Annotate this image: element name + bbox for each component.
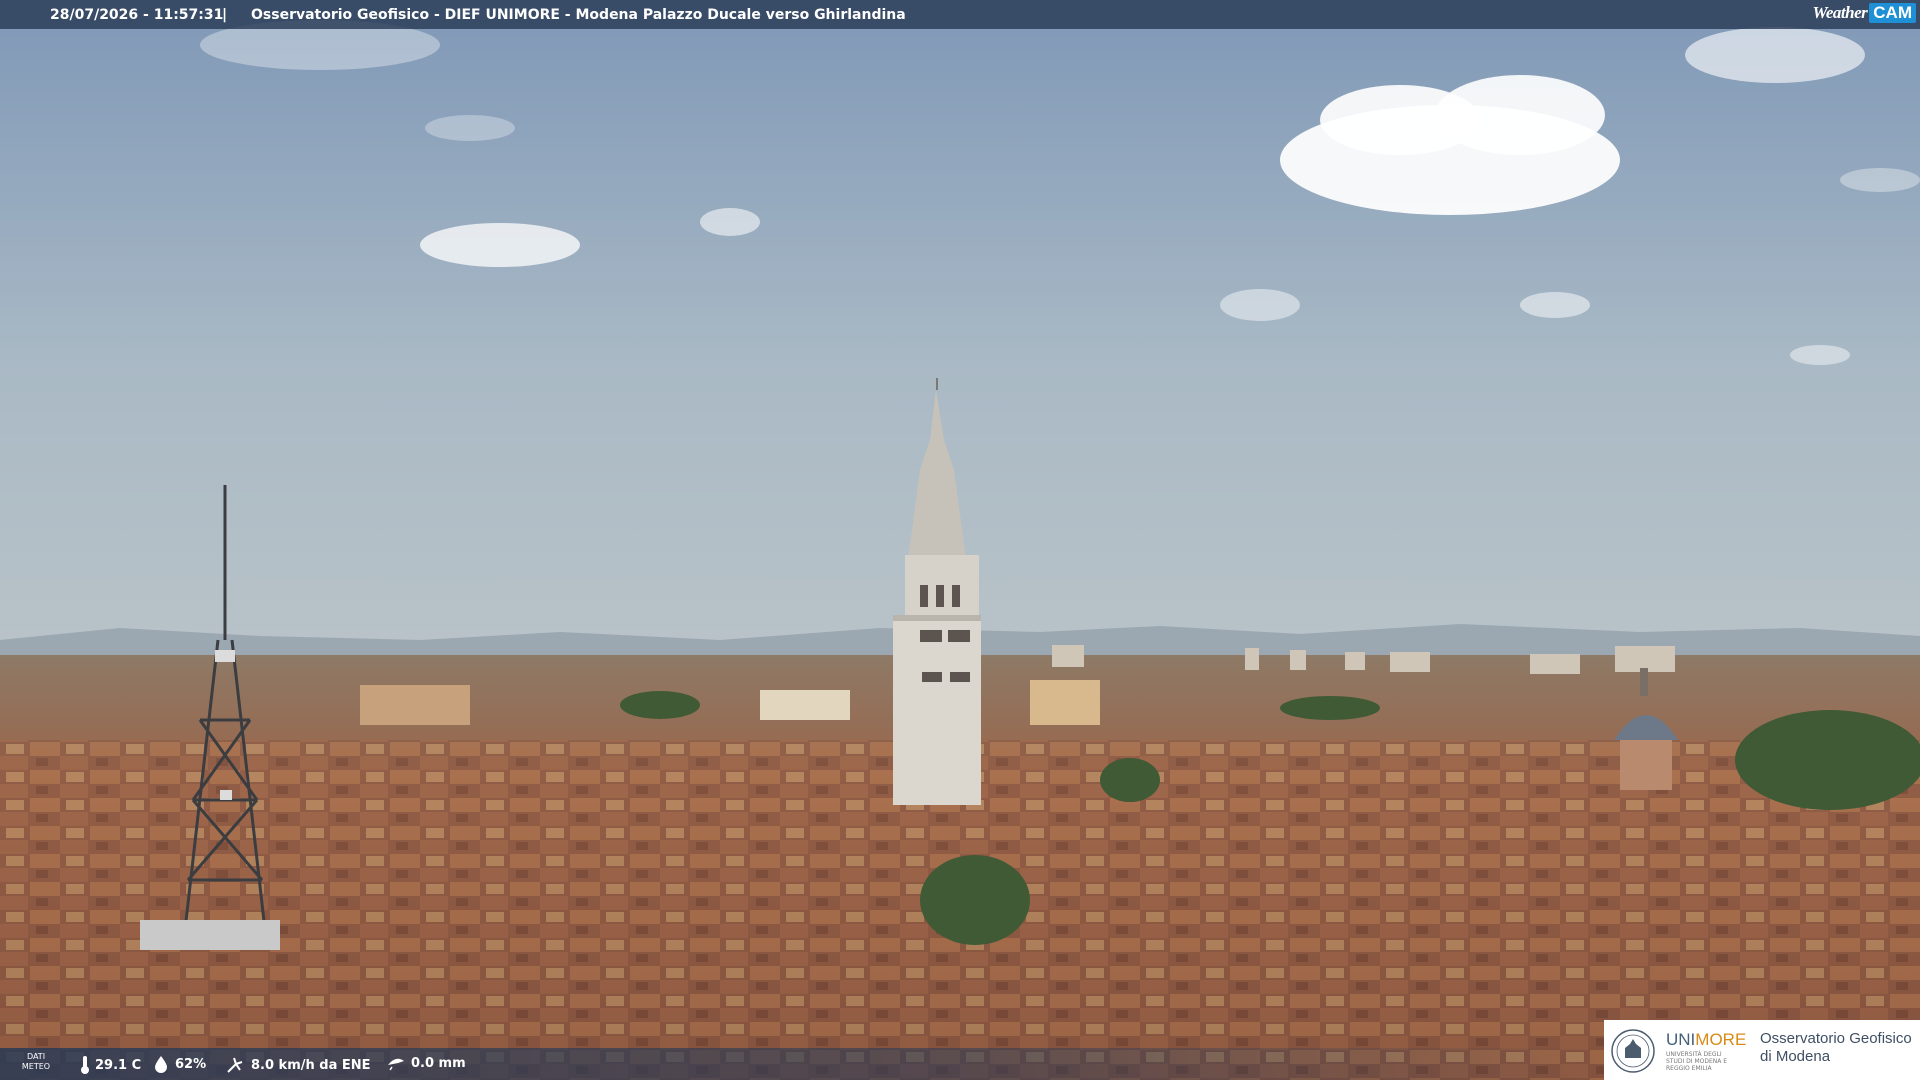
unimore-name: UNIMORE <box>1666 1030 1747 1049</box>
brand-weather: Weather <box>1812 3 1868 22</box>
unimore-subtitle: UNIVERSITÀ DEGLI STUDI DI MODENA E REGGI… <box>1666 1051 1728 1072</box>
brand-cam: CAM <box>1869 3 1916 23</box>
wind-icon <box>227 1057 243 1073</box>
wind-value: 8.0 km/h da ENE <box>251 1057 371 1073</box>
unimore-seal-icon <box>1611 1029 1655 1073</box>
unimore-logo: UNIMORE UNIVERSITÀ DEGLI STUDI DI MODENA… <box>1604 1020 1920 1080</box>
humidity-icon <box>155 1056 167 1073</box>
header-bar: 28/07/2026 - 11:57:31 | Osservatorio Geo… <box>0 0 1920 29</box>
weather-label: DATI METEO <box>21 1052 51 1071</box>
wind-item: 8.0 km/h da ENE <box>226 1055 371 1075</box>
humidity-item: 62% <box>152 1055 206 1073</box>
datetime-stamp: 28/07/2026 - 11:57:31 <box>50 6 224 23</box>
humidity-value: 62% <box>175 1056 207 1072</box>
rain-item: 0.0 mm <box>386 1055 466 1071</box>
temperature-value: 29.1 C <box>95 1057 142 1073</box>
weather-data-bar: DATI METEO 29.1 C 62% 8.0 km/h da ENE 0.… <box>0 1048 1605 1080</box>
rain-value: 0.0 mm <box>411 1055 466 1071</box>
temperature-item: 29.1 C <box>80 1055 141 1075</box>
weathercam-logo: Weather CAM <box>1813 3 1916 23</box>
camera-title: Osservatorio Geofisico - DIEF UNIMORE - … <box>251 6 906 23</box>
observatory-name: Osservatorio Geofisico di Modena <box>1760 1030 1912 1065</box>
rain-icon <box>388 1058 404 1071</box>
webcam-scene <box>0 0 1920 1080</box>
thermometer-icon <box>81 1056 89 1074</box>
header-separator: | <box>222 6 228 23</box>
